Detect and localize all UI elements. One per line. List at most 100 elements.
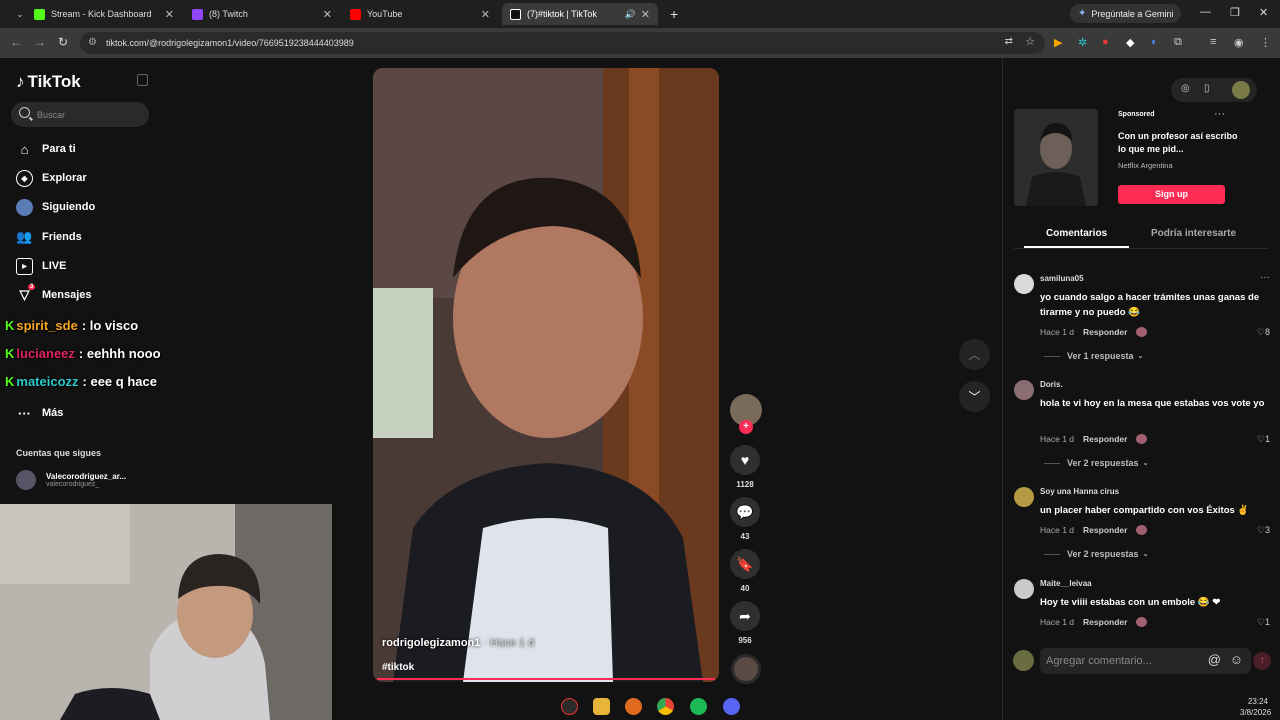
brave-icon[interactable] [625, 698, 642, 715]
nav-live[interactable]: ▶ LIVE [16, 255, 66, 277]
video-hashtag[interactable]: #tiktok [382, 662, 414, 673]
tab-kick[interactable]: Stream - Kick Dashboard ✕ [26, 3, 182, 25]
record-extension-icon[interactable]: ● [1102, 36, 1109, 48]
tab-youtube[interactable]: YouTube ✕ [342, 3, 498, 25]
close-window-icon[interactable]: ✕ [1259, 6, 1268, 19]
send-icon[interactable]: ↑ [1253, 652, 1271, 670]
avatar[interactable] [1014, 579, 1034, 599]
following-account[interactable]: Valecorodriguez_ar... valecorodriguez_ [16, 470, 126, 490]
avatar[interactable] [1014, 274, 1034, 294]
audio-icon[interactable]: 🔊 [625, 9, 636, 20]
share-icon[interactable]: ➦ [730, 601, 760, 631]
address-bar[interactable]: ⚙ tiktok.com/@rodrigolegizamon1/video/76… [80, 32, 1045, 54]
comment-user[interactable]: Doris. [1040, 380, 1063, 389]
comment-user[interactable]: samiluna05 [1040, 274, 1084, 283]
more-options-icon[interactable]: ··· [1260, 272, 1270, 283]
profile-icon[interactable]: ◉ [1234, 36, 1244, 49]
bookmark-action[interactable]: 🔖 40 [730, 549, 760, 593]
nav-siguiendo[interactable]: Siguiendo [16, 196, 95, 218]
reply-button[interactable]: Responder [1083, 434, 1127, 444]
minimize-icon[interactable]: — [1200, 6, 1211, 18]
avatar[interactable] [1014, 380, 1034, 400]
compass-icon[interactable]: ◎ [1181, 83, 1190, 94]
ad-title[interactable]: Con un profesor así escribo lo que me pi… [1118, 130, 1238, 156]
close-icon[interactable]: ✕ [641, 8, 650, 21]
next-video-button[interactable]: ﹀ [959, 381, 990, 412]
discord-icon[interactable] [723, 698, 740, 715]
like-action[interactable]: ♥ 1128 [730, 445, 760, 489]
comment-input[interactable]: Agregar comentario... @ ☺ [1040, 648, 1251, 674]
emoji-icon[interactable]: ☺ [1230, 652, 1243, 667]
follow-plus-icon[interactable]: + [739, 420, 753, 434]
phone-icon[interactable]: ▯ [1204, 83, 1210, 94]
play-extension-icon[interactable]: ▶ [1054, 36, 1062, 49]
close-icon[interactable]: ✕ [481, 8, 490, 21]
chrome-icon[interactable] [657, 698, 674, 715]
menu-icon[interactable]: ⋮ [1260, 36, 1271, 49]
puzzle-icon[interactable]: ⧉ [1174, 36, 1182, 49]
video-progress-bar[interactable] [377, 678, 715, 680]
gemini-button[interactable]: ✦ Pregúntale a Gemini [1070, 4, 1182, 23]
previous-video-button[interactable]: ︿ [959, 339, 990, 370]
video-author[interactable]: rodrigolegizamon1 · Hace 1 d [382, 637, 534, 649]
extension-icon[interactable]: ◆ [1126, 36, 1134, 49]
new-tab-button[interactable]: + [662, 3, 682, 25]
search-input[interactable]: Buscar [11, 102, 149, 127]
tab-tiktok[interactable]: (7)#tiktok | TikTok 🔊 ✕ [502, 3, 658, 25]
spotify-icon[interactable] [690, 698, 707, 715]
system-clock[interactable]: 23:24 3/8/2026 [1240, 696, 1271, 718]
site-info-icon[interactable]: ⚙ [88, 37, 97, 48]
comment-like[interactable]: ♡8 [1257, 327, 1270, 338]
comment-like[interactable]: ♡3 [1257, 525, 1270, 536]
music-disc-icon[interactable] [731, 654, 761, 684]
view-replies[interactable]: Ver 2 respuestas ⌄ [1044, 458, 1148, 468]
nav-mensajes[interactable]: ▽ 3 Mensajes [16, 283, 92, 306]
avatar[interactable] [1014, 487, 1034, 507]
comment-like[interactable]: ♡1 [1257, 617, 1270, 628]
heart-icon[interactable]: ♥ [730, 445, 760, 475]
tab-search-button[interactable]: ⌄ [8, 3, 28, 25]
video-player[interactable]: rodrigolegizamon1 · Hace 1 d #tiktok [373, 68, 719, 682]
view-replies[interactable]: Ver 1 respuesta ⌄ [1044, 351, 1143, 361]
tab-comentarios[interactable]: Comentarios [1046, 228, 1107, 239]
reply-button[interactable]: Responder [1083, 525, 1127, 535]
bookmark-star-icon[interactable]: ☆ [1025, 35, 1035, 48]
share-action[interactable]: ➦ 956 [730, 601, 760, 645]
back-icon[interactable]: ← [10, 35, 22, 49]
more-options-icon[interactable]: ··· [1214, 108, 1225, 120]
nav-mas[interactable]: ··· Más [16, 402, 63, 424]
bookmark-icon[interactable]: 🔖 [730, 549, 760, 579]
reply-button[interactable]: Responder [1083, 327, 1127, 337]
reply-button[interactable]: Responder [1083, 617, 1127, 627]
extension-icon[interactable]: ✲ [1078, 36, 1087, 49]
comment-like[interactable]: ♡1 [1257, 434, 1270, 445]
tiktok-logo[interactable]: ♪ TikTok [16, 72, 81, 92]
comment-action[interactable]: 💬 43 [730, 497, 760, 541]
close-icon[interactable]: ✕ [323, 8, 332, 21]
mention-icon[interactable]: @ [1208, 652, 1221, 667]
forward-icon[interactable]: → [34, 35, 46, 49]
author-name[interactable]: rodrigolegizamon1 [382, 637, 480, 649]
nav-label: Para ti [42, 143, 76, 155]
close-icon[interactable]: ✕ [165, 8, 174, 21]
nav-friends[interactable]: 👥 Friends [16, 226, 81, 248]
reload-icon[interactable]: ↻ [58, 35, 68, 49]
extension-icon[interactable]: ◖ [1150, 36, 1157, 48]
translate-icon[interactable]: ⇄ [1005, 36, 1013, 47]
folder-icon[interactable] [593, 698, 610, 715]
view-replies[interactable]: Ver 2 respuestas ⌄ [1044, 549, 1148, 559]
media-icon[interactable]: ≡ [1210, 36, 1216, 48]
tab-podria-interesarte[interactable]: Podría interesarte [1151, 228, 1236, 239]
ad-thumbnail[interactable] [1014, 109, 1098, 206]
nav-explorar[interactable]: ◈ Explorar [16, 167, 87, 189]
comment-user[interactable]: Soy una Hanna cirus [1040, 487, 1119, 496]
obs-icon[interactable] [561, 698, 578, 715]
maximize-icon[interactable]: ❐ [1230, 6, 1240, 19]
comment-user[interactable]: Maite__leivaa [1040, 579, 1092, 588]
tab-twitch[interactable]: (8) Twitch ✕ [184, 3, 340, 25]
avatar[interactable] [1232, 81, 1250, 99]
nav-para-ti[interactable]: ⌂ Para ti [16, 138, 76, 160]
comment-icon[interactable]: 💬 [730, 497, 760, 527]
sidebar-collapse-icon[interactable] [137, 74, 148, 86]
ad-signup-button[interactable]: Sign up [1118, 185, 1225, 204]
